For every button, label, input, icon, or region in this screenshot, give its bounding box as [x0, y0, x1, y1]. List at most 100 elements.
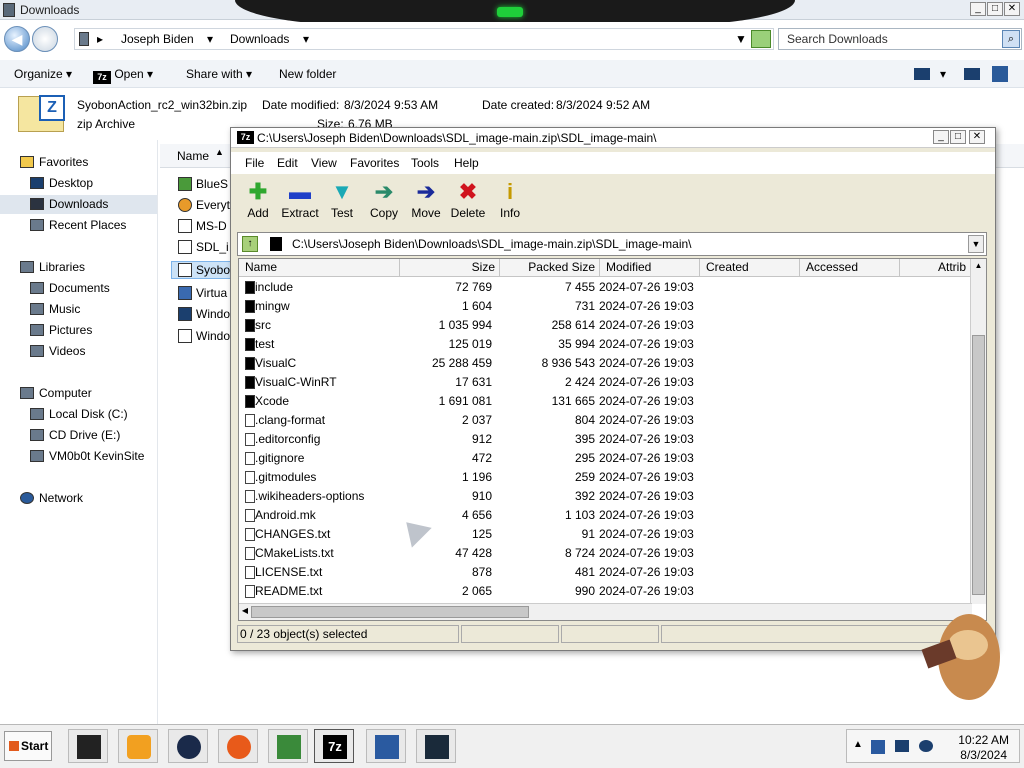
- volume-icon[interactable]: [919, 740, 933, 752]
- new-folder-button[interactable]: New folder: [279, 67, 336, 81]
- sidebar-item-local-disk[interactable]: Local Disk (C:): [30, 407, 128, 421]
- close-button[interactable]: ✕: [969, 130, 985, 144]
- tray-expand-icon[interactable]: ▲: [853, 739, 863, 750]
- menu-edit[interactable]: Edit: [277, 156, 298, 170]
- table-row[interactable]: .gitmodules 1 196 259 2024-07-26 19:03: [239, 468, 969, 487]
- column-header-name[interactable]: Name: [239, 259, 400, 277]
- extract-button[interactable]: ▬ Extract: [278, 178, 322, 228]
- list-item[interactable]: BlueS: [178, 177, 228, 191]
- column-header-accessed[interactable]: Accessed: [800, 259, 900, 277]
- list-item[interactable]: Everyt: [178, 198, 230, 212]
- table-row[interactable]: src 1 035 994 258 614 2024-07-26 19:03: [239, 316, 969, 335]
- menu-tools[interactable]: Tools: [411, 156, 439, 170]
- search-input[interactable]: Search Downloads ⌕: [778, 28, 1022, 50]
- organize-button[interactable]: Organize ▾: [14, 67, 72, 81]
- scroll-thumb[interactable]: [972, 335, 985, 595]
- maximize-button[interactable]: □: [987, 2, 1003, 16]
- open-button[interactable]: 7z Open ▾: [93, 67, 153, 84]
- add-button[interactable]: ✚ Add: [236, 178, 280, 228]
- sidebar-item-downloads[interactable]: Downloads: [0, 195, 157, 214]
- minimize-button[interactable]: _: [970, 2, 986, 16]
- list-item[interactable]: Windo: [178, 329, 230, 343]
- forward-button[interactable]: [32, 26, 58, 52]
- taskbar-app-1[interactable]: [68, 729, 108, 763]
- move-button[interactable]: ➔ Move: [404, 178, 448, 228]
- table-row[interactable]: mingw 1 604 731 2024-07-26 19:03: [239, 297, 969, 316]
- maximize-button[interactable]: □: [950, 130, 966, 144]
- sidebar-item-cd-drive[interactable]: CD Drive (E:): [30, 428, 120, 442]
- table-row[interactable]: test 125 019 35 994 2024-07-26 19:03: [239, 335, 969, 354]
- bluetooth-icon[interactable]: [871, 740, 885, 754]
- table-row[interactable]: CMakeLists.txt 47 428 8 724 2024-07-26 19:0…: [239, 544, 969, 563]
- path-combobox[interactable]: ↑ C:\Users\Joseph Biden\Downloads\SDL_im…: [237, 232, 987, 256]
- view-options-icon[interactable]: ▾: [940, 67, 946, 81]
- sidebar-item-desktop[interactable]: Desktop: [30, 176, 93, 190]
- list-item[interactable]: MS-D: [178, 219, 227, 233]
- menu-file[interactable]: File: [245, 156, 264, 170]
- table-row[interactable]: .clang-format 2 037 804 2024-07-26 19:03: [239, 411, 969, 430]
- up-folder-icon[interactable]: ↑: [242, 236, 258, 252]
- search-icon[interactable]: ⌕: [1002, 30, 1020, 48]
- sidebar-item-music[interactable]: Music: [30, 302, 80, 316]
- clock[interactable]: 10:22 AM 8/3/2024: [958, 733, 1009, 763]
- breadcrumb-joseph-biden[interactable]: Joseph Biden: [121, 32, 194, 46]
- preview-pane-icon[interactable]: [964, 68, 980, 80]
- sidebar-libraries[interactable]: Libraries: [20, 260, 85, 274]
- table-row[interactable]: .gitignore 472 295 2024-07-26 19:03: [239, 449, 969, 468]
- vertical-scrollbar[interactable]: ▲: [970, 259, 986, 604]
- taskbar-app-2[interactable]: [118, 729, 158, 763]
- table-row[interactable]: VisualC 25 288 459 8 936 543 2024-07-26 19:…: [239, 354, 969, 373]
- horizontal-scrollbar[interactable]: ◀: [239, 603, 972, 620]
- list-item[interactable]: SDL_i: [178, 240, 229, 254]
- share-with-button[interactable]: Share with ▾: [186, 67, 252, 81]
- network-icon[interactable]: [895, 740, 909, 752]
- start-button[interactable]: Start: [4, 731, 52, 761]
- table-row[interactable]: Android.mk 4 656 1 103 2024-07-26 19:03: [239, 506, 969, 525]
- taskbar-app-3[interactable]: [168, 729, 208, 763]
- column-header-packed-size[interactable]: Packed Size: [500, 259, 600, 277]
- table-row[interactable]: LICENSE.txt 878 481 2024-07-26 19:03: [239, 563, 969, 582]
- menu-view[interactable]: View: [311, 156, 337, 170]
- sidebar-computer[interactable]: Computer: [20, 386, 92, 400]
- breadcrumb[interactable]: ▸ Joseph Biden ▾ Downloads ▾ ▼: [74, 28, 774, 50]
- menu-help[interactable]: Help: [454, 156, 479, 170]
- breadcrumb-downloads[interactable]: Downloads: [230, 32, 289, 46]
- chevron-down-icon[interactable]: ▼: [735, 32, 747, 46]
- table-row[interactable]: .wikiheaders-options 910 392 2024-07-26 19:…: [239, 487, 969, 506]
- list-item[interactable]: Virtua: [178, 286, 227, 300]
- back-button[interactable]: ◀: [4, 26, 30, 52]
- copy-button[interactable]: ➔ Copy: [362, 178, 406, 228]
- sidebar-network[interactable]: Network: [20, 491, 83, 505]
- taskbar-app-4[interactable]: [218, 729, 258, 763]
- table-row[interactable]: VisualC-WinRT 17 631 2 424 2024-07-26 19:03: [239, 373, 969, 392]
- taskbar-app-7[interactable]: [366, 729, 406, 763]
- minimize-button[interactable]: _: [933, 130, 949, 144]
- test-button[interactable]: ▼ Test: [320, 178, 364, 228]
- sidebar-item-documents[interactable]: Documents: [30, 281, 110, 295]
- table-row[interactable]: README.txt 2 065 990 2024-07-26 19:03: [239, 582, 969, 601]
- chevron-down-icon[interactable]: ▼: [968, 235, 984, 253]
- delete-button[interactable]: ✖ Delete: [446, 178, 490, 228]
- column-header-name[interactable]: Name: [177, 149, 209, 163]
- column-header-created[interactable]: Created: [700, 259, 800, 277]
- sidebar-item-network-drive[interactable]: VM0b0t KevinSite: [30, 449, 144, 463]
- sidebar-favorites[interactable]: Favorites: [20, 155, 88, 169]
- help-icon[interactable]: [992, 66, 1008, 82]
- refresh-icon[interactable]: [751, 30, 771, 48]
- column-header-attrib[interactable]: Attrib: [900, 259, 971, 277]
- sidebar-item-videos[interactable]: Videos: [30, 344, 85, 358]
- table-row[interactable]: CHANGES.txt 125 91 2024-07-26 19:03: [239, 525, 969, 544]
- info-button[interactable]: i Info: [488, 178, 532, 228]
- scroll-thumb[interactable]: [251, 606, 529, 618]
- scroll-up-icon[interactable]: ▲: [971, 259, 986, 273]
- table-row[interactable]: Xcode 1 691 081 131 665 2024-07-26 19:03: [239, 392, 969, 411]
- table-row[interactable]: .editorconfig 912 395 2024-07-26 19:03: [239, 430, 969, 449]
- menu-favorites[interactable]: Favorites: [350, 156, 399, 170]
- scroll-left-icon[interactable]: ◀: [239, 606, 251, 615]
- taskbar-app-7zip[interactable]: 7z: [314, 729, 354, 763]
- table-row[interactable]: include 72 769 7 455 2024-07-26 19:03: [239, 278, 969, 297]
- taskbar-app-5[interactable]: [268, 729, 308, 763]
- column-header-size[interactable]: Size: [400, 259, 500, 277]
- list-item[interactable]: Windo: [178, 307, 230, 321]
- column-header-modified[interactable]: Modified: [600, 259, 700, 277]
